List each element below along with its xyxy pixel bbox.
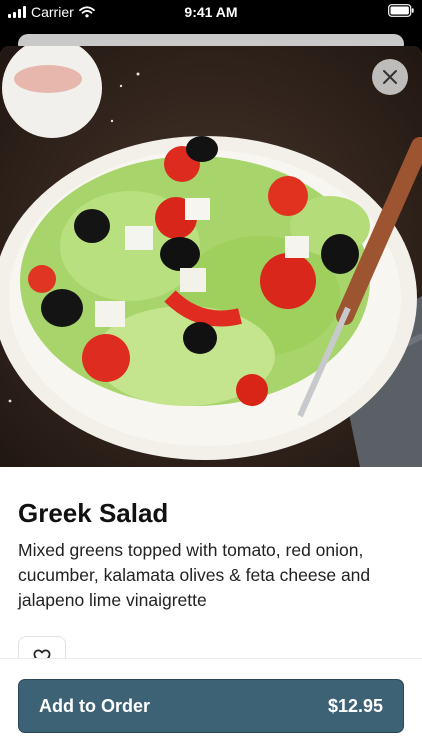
item-title: Greek Salad	[18, 498, 169, 528]
battery-icon	[388, 4, 414, 20]
item-detail-sheet: Greek Salad Mixed greens topped with tom…	[0, 46, 422, 750]
order-footer: Add to Order $12.95	[0, 658, 422, 750]
status-bar: Carrier 9:41 AM	[0, 0, 422, 24]
status-time: 9:41 AM	[184, 4, 238, 20]
item-photo	[0, 46, 422, 467]
add-to-order-button[interactable]: Add to Order $12.95	[18, 679, 404, 733]
item-price: $12.95	[327, 695, 383, 716]
close-icon	[383, 70, 397, 84]
item-description: Mixed greens topped with tomato, red oni…	[18, 540, 371, 610]
add-to-order-label: Add to Order	[39, 695, 150, 716]
close-button[interactable]	[372, 59, 408, 95]
